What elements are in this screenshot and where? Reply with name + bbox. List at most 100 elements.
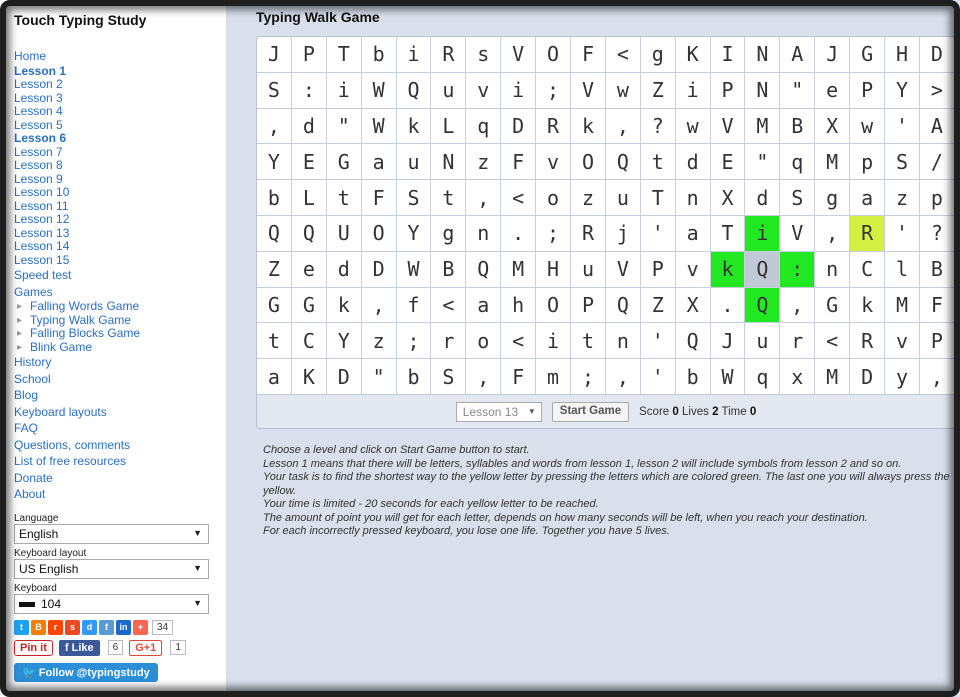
grid-cell[interactable]: P xyxy=(291,37,327,73)
grid-cell[interactable]: " xyxy=(326,108,362,145)
grid-cell[interactable]: k xyxy=(710,251,746,288)
target-cell[interactable]: R xyxy=(850,215,886,252)
grid-cell[interactable]: U xyxy=(326,215,362,252)
reddit-share-icon[interactable]: r xyxy=(48,619,63,635)
grid-cell[interactable]: p xyxy=(850,144,886,181)
grid-cell[interactable]: A xyxy=(780,37,816,73)
grid-cell[interactable]: Q xyxy=(605,144,641,181)
grid-cell[interactable]: W xyxy=(710,359,746,395)
language-select[interactable]: English xyxy=(14,523,209,544)
grid-cell[interactable]: R xyxy=(431,37,467,73)
grid-cell[interactable]: S xyxy=(885,144,920,181)
grid-cell[interactable]: u xyxy=(745,323,781,360)
grid-cell[interactable]: w xyxy=(605,72,641,109)
nav-speed-test[interactable]: Speed test xyxy=(14,267,226,284)
grid-cell[interactable]: g xyxy=(431,215,467,252)
nav-falling-blocks-game[interactable]: Falling Blocks Game xyxy=(14,326,226,341)
grid-cell[interactable]: G xyxy=(326,144,362,181)
grid-cell[interactable]: m xyxy=(536,359,572,395)
nav-school[interactable]: School xyxy=(14,371,226,388)
grid-cell[interactable]: r xyxy=(780,323,816,360)
grid-cell[interactable]: t xyxy=(257,323,292,360)
nav-questions-comments[interactable]: Questions, comments xyxy=(14,437,226,454)
grid-cell[interactable]: W xyxy=(361,72,397,109)
grid-cell[interactable]: G xyxy=(815,287,851,324)
stumbleupon-share-icon[interactable]: s xyxy=(65,619,80,635)
nav-lesson-10[interactable]: Lesson 10 xyxy=(14,185,226,200)
delicious-share-icon[interactable]: d xyxy=(82,619,97,635)
grid-cell[interactable]: u xyxy=(431,72,467,109)
grid-cell[interactable]: , xyxy=(780,287,816,324)
nav-lesson-3[interactable]: Lesson 3 xyxy=(14,91,226,106)
grid-cell[interactable]: d xyxy=(326,251,362,288)
grid-cell[interactable]: k xyxy=(326,287,362,324)
start-game-button[interactable]: Start Game xyxy=(551,401,630,422)
grid-cell[interactable]: y xyxy=(885,359,920,395)
grid-cell[interactable]: W xyxy=(396,251,432,288)
pinterest-button[interactable]: Pin it xyxy=(14,639,53,656)
nav-lesson-11[interactable]: Lesson 11 xyxy=(14,199,226,214)
grid-cell[interactable]: < xyxy=(501,323,537,360)
current-position-cell[interactable]: Q xyxy=(745,251,781,288)
level-select[interactable]: Lesson 13 xyxy=(455,401,542,422)
grid-cell[interactable]: D xyxy=(850,359,886,395)
nav-games[interactable]: Games xyxy=(14,284,226,301)
grid-cell[interactable]: M xyxy=(745,108,781,145)
grid-cell[interactable]: C xyxy=(850,251,886,288)
grid-cell[interactable]: n xyxy=(605,323,641,360)
grid-cell[interactable]: M xyxy=(885,287,920,324)
grid-cell[interactable]: D xyxy=(501,108,537,145)
nav-lesson-6[interactable]: Lesson 6 xyxy=(14,131,226,146)
grid-cell[interactable]: , xyxy=(605,359,641,395)
grid-cell[interactable]: i xyxy=(501,72,537,109)
grid-cell[interactable]: i xyxy=(675,72,711,109)
grid-cell[interactable]: O xyxy=(536,37,572,73)
grid-cell[interactable]: R xyxy=(850,323,886,360)
grid-cell[interactable]: n xyxy=(466,215,502,252)
grid-cell[interactable]: b xyxy=(675,359,711,395)
nav-blink-game[interactable]: Blink Game xyxy=(14,340,226,355)
grid-cell[interactable]: R xyxy=(536,108,572,145)
grid-cell[interactable]: O xyxy=(361,215,397,252)
grid-cell[interactable]: Q xyxy=(466,251,502,288)
grid-cell[interactable]: S xyxy=(396,180,432,216)
grid-cell[interactable]: < xyxy=(605,37,641,73)
nav-lesson-14[interactable]: Lesson 14 xyxy=(14,239,226,254)
grid-cell[interactable]: T xyxy=(710,215,746,252)
grid-cell[interactable]: e xyxy=(291,251,327,288)
grid-cell[interactable]: C xyxy=(291,323,327,360)
twitter-share-icon[interactable]: t xyxy=(14,619,29,635)
grid-cell[interactable]: , xyxy=(815,215,851,252)
grid-cell[interactable]: ' xyxy=(640,215,676,252)
grid-cell[interactable]: g xyxy=(815,180,851,216)
grid-cell[interactable]: z xyxy=(361,323,397,360)
grid-cell[interactable]: z xyxy=(885,180,920,216)
grid-cell[interactable]: , xyxy=(257,108,292,145)
grid-cell[interactable]: M xyxy=(815,359,851,395)
grid-cell[interactable]: M xyxy=(815,144,851,181)
nav-lesson-2[interactable]: Lesson 2 xyxy=(14,77,226,92)
grid-cell[interactable]: L xyxy=(431,108,467,145)
grid-cell[interactable]: N xyxy=(431,144,467,181)
grid-cell[interactable]: Z xyxy=(640,72,676,109)
nav-lesson-13[interactable]: Lesson 13 xyxy=(14,226,226,241)
keyboard-select[interactable]: 104 xyxy=(14,593,209,614)
grid-cell[interactable]: i xyxy=(326,72,362,109)
grid-cell[interactable]: t xyxy=(640,144,676,181)
nav-typing-walk-game[interactable]: Typing Walk Game xyxy=(14,313,226,328)
grid-cell[interactable]: Q xyxy=(675,323,711,360)
grid-cell[interactable]: ? xyxy=(640,108,676,145)
grid-cell[interactable]: P xyxy=(919,323,955,360)
grid-cell[interactable]: u xyxy=(396,144,432,181)
grid-cell[interactable]: z xyxy=(571,180,606,216)
grid-cell[interactable]: R xyxy=(571,215,606,252)
grid-cell[interactable]: S xyxy=(257,72,292,109)
grid-cell[interactable]: I xyxy=(710,37,746,73)
grid-cell[interactable]: D xyxy=(361,251,397,288)
grid-cell[interactable]: F xyxy=(571,37,606,73)
facebook-like-button[interactable]: f Like xyxy=(58,639,100,656)
grid-cell[interactable]: f xyxy=(396,287,432,324)
google-plus-button[interactable]: G+1 xyxy=(129,639,163,656)
grid-cell[interactable]: ? xyxy=(919,215,955,252)
grid-cell[interactable]: G xyxy=(257,287,292,324)
